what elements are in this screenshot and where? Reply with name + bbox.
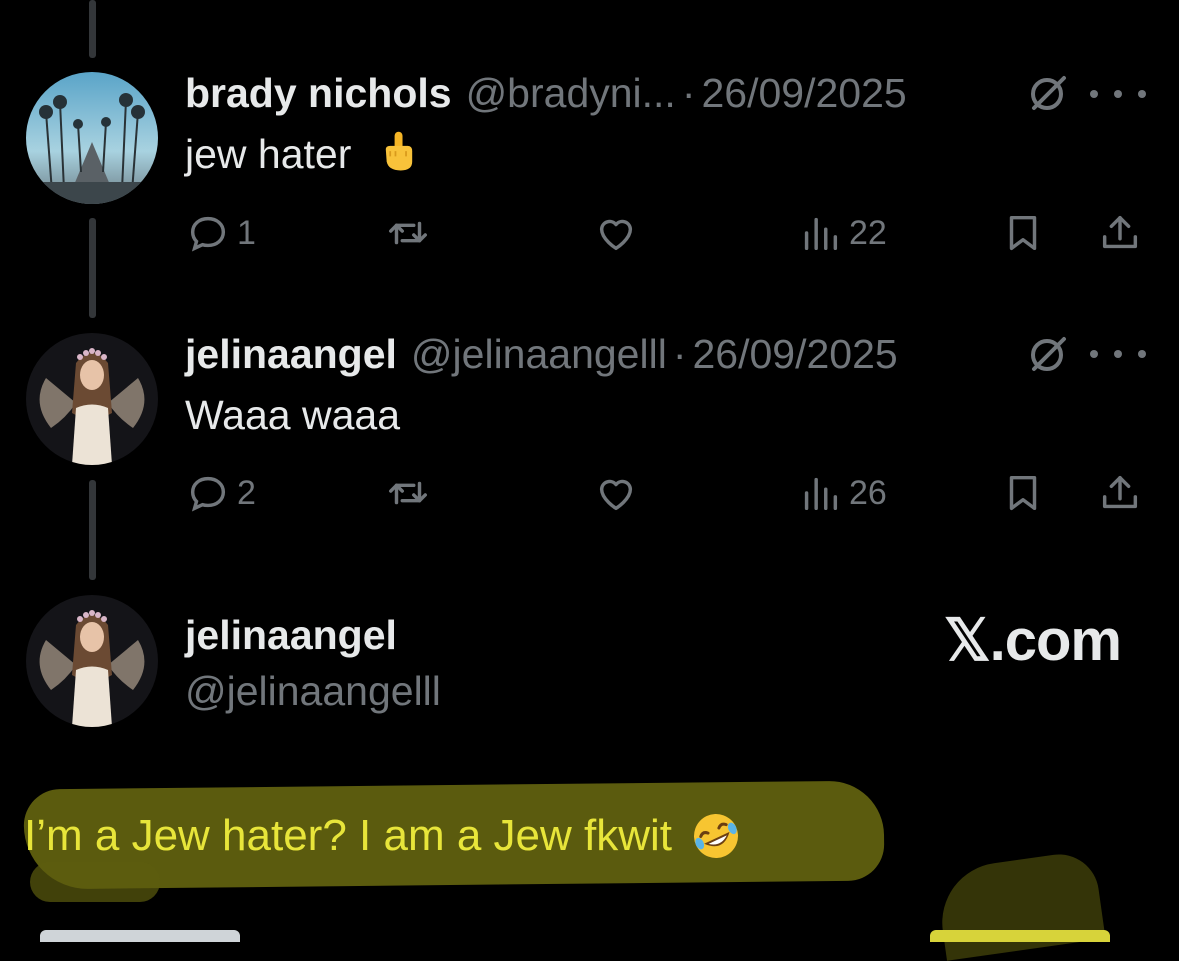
more-options-icon[interactable] — [1090, 347, 1146, 361]
grok-icon[interactable] — [1026, 72, 1070, 116]
reply-button[interactable]: 2 — [185, 468, 256, 518]
bookmark-icon — [1009, 215, 1037, 251]
more-options-icon[interactable] — [1090, 87, 1146, 101]
author-handle[interactable]: @jelinaangelll — [411, 331, 667, 378]
post-date[interactable]: 26/09/2025 — [692, 331, 897, 378]
action-bar: 2 26 — [185, 468, 1145, 518]
views-button[interactable]: 22 — [797, 208, 887, 258]
author-name[interactable]: jelinaangel — [185, 331, 397, 378]
avatar[interactable] — [26, 72, 158, 204]
bookmark-button[interactable] — [1000, 208, 1046, 258]
avatar[interactable] — [26, 595, 158, 727]
reply-icon — [190, 216, 226, 252]
separator-dot: · — [681, 70, 696, 116]
grok-icon[interactable] — [1026, 333, 1070, 377]
like-button[interactable] — [593, 208, 639, 258]
author-handle[interactable]: @bradyni... — [466, 70, 676, 117]
share-button[interactable] — [1097, 468, 1143, 518]
views-button[interactable]: 26 — [797, 468, 887, 518]
bookmark-icon — [1009, 475, 1037, 511]
media-preview-edge — [40, 930, 240, 942]
reply-icon — [190, 476, 226, 512]
views-icon — [804, 217, 838, 251]
thread-line — [89, 480, 96, 580]
middle-finger-emoji — [385, 131, 412, 171]
reply-text: Waaa waaa — [185, 392, 400, 438]
views-count: 22 — [849, 213, 887, 252]
reply-count: 1 — [237, 213, 256, 252]
share-icon — [1102, 475, 1138, 509]
reply-text-content: jew hater — [185, 131, 352, 177]
like-button[interactable] — [593, 468, 639, 518]
highlight-mark — [30, 862, 160, 902]
thread-line — [89, 218, 96, 318]
separator-dot: · — [672, 331, 687, 377]
author-handle[interactable]: @jelinaangelll — [185, 668, 441, 715]
highlight-mark — [934, 849, 1106, 961]
heart-icon — [599, 479, 633, 511]
author-name[interactable]: jelinaangel — [185, 612, 397, 659]
rolling-on-floor-laughing-emoji — [694, 814, 738, 858]
repost-icon — [389, 481, 427, 505]
action-bar: 1 22 — [185, 208, 1145, 258]
share-button[interactable] — [1097, 208, 1143, 258]
reply-header: jelinaangel @jelinaangelll · 26/09/2025 — [185, 331, 898, 378]
views-count: 26 — [849, 473, 887, 512]
reply-count: 2 — [237, 473, 256, 512]
author-name[interactable]: brady nichols — [185, 70, 452, 117]
media-preview-edge — [930, 930, 1110, 942]
brand-logo: 𝕏.com — [943, 608, 1122, 673]
repost-icon — [389, 221, 427, 245]
post-text-content: I’m a Jew hater? I am a Jew fkwit — [24, 811, 672, 860]
post-text: I’m a Jew hater? I am a Jew fkwit — [24, 810, 742, 862]
reply-text: jew hater — [185, 130, 417, 178]
heart-icon — [599, 219, 633, 251]
bookmark-button[interactable] — [1000, 468, 1046, 518]
avatar[interactable] — [26, 333, 158, 465]
reply-header: brady nichols @bradyni... · 26/09/2025 — [185, 70, 907, 117]
thread-line — [89, 0, 96, 58]
post-date[interactable]: 26/09/2025 — [701, 70, 906, 117]
share-icon — [1102, 215, 1138, 249]
views-icon — [804, 477, 838, 511]
repost-button[interactable] — [385, 208, 431, 258]
reply-button[interactable]: 1 — [185, 208, 256, 258]
repost-button[interactable] — [385, 468, 431, 518]
